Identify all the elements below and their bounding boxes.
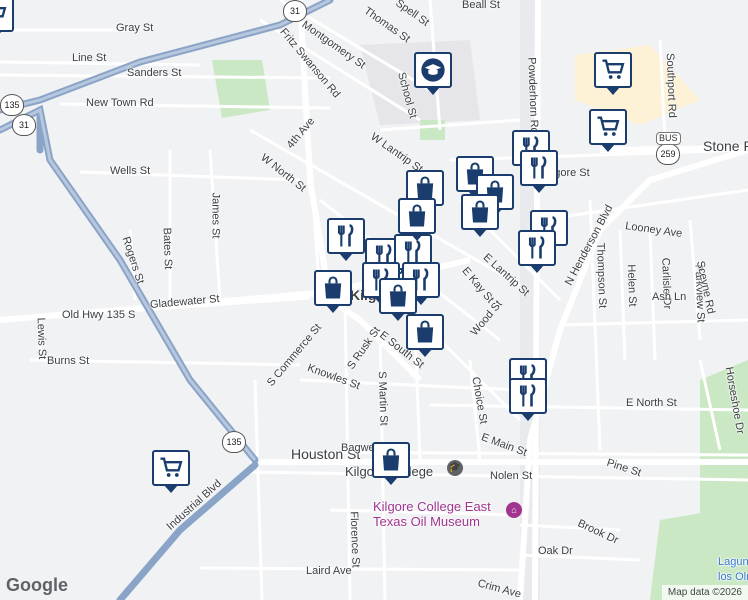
street-label: S Martin St (375, 371, 390, 426)
route-shield: 135 (222, 431, 246, 453)
museum-icon: ⌂ (506, 502, 522, 518)
cart-icon (602, 59, 625, 79)
street-label: Beall St (462, 0, 500, 11)
street-label: Thompson St (594, 242, 609, 309)
cart-icon (160, 457, 183, 477)
street-label: Florence St (347, 511, 362, 568)
street-label: Oak Dr (538, 545, 573, 557)
street-label: Burns St (47, 355, 90, 367)
college-icon: 🎓 (447, 460, 463, 476)
poi-label[interactable]: Texas Oil Museum (373, 515, 480, 528)
street-label: Powderhorn Rd (525, 57, 541, 134)
restaurant-icon (519, 384, 536, 407)
shopping-bag-icon (408, 204, 426, 227)
cart-icon (597, 116, 620, 136)
shopping-bag-icon (416, 320, 434, 343)
restaurant-marker[interactable] (518, 230, 556, 273)
street-label: Wells St (110, 165, 151, 177)
street-label: Southport Rd (663, 52, 679, 119)
shopping-marker[interactable] (406, 314, 444, 357)
restaurant-marker[interactable] (520, 150, 558, 193)
route-shield-banner: BUS (656, 132, 681, 145)
restaurant-icon (337, 224, 354, 247)
restaurant-marker[interactable] (509, 378, 547, 421)
restaurant-icon (530, 156, 547, 179)
shopping-marker[interactable] (461, 194, 499, 237)
street-label: Helen St (624, 264, 639, 307)
route-shield: 31 (12, 114, 36, 136)
street-label: Stone Rd (703, 138, 748, 154)
poi-label[interactable]: Kilgore College East (373, 500, 491, 513)
shopping-bag-icon (471, 200, 489, 223)
restaurant-marker[interactable] (327, 218, 365, 261)
school-icon (421, 58, 445, 82)
park-area (212, 60, 270, 118)
shopping-marker[interactable] (314, 270, 352, 313)
street-label: Nolen St (490, 470, 533, 482)
street-label: James St (209, 192, 222, 239)
street-label: E North St (626, 397, 677, 409)
street-label: Lewis St (34, 317, 49, 360)
street-label: Ash Ln (652, 291, 687, 303)
route-shield: 135 (0, 94, 24, 116)
cart-marker[interactable] (589, 109, 627, 152)
field-area (420, 120, 445, 140)
poi-label: los Olm (718, 571, 748, 583)
school-marker[interactable] (414, 52, 452, 95)
route-shield: 31 (283, 0, 307, 22)
street-label: Old Hwy 135 S (62, 309, 136, 321)
restaurant-icon (528, 236, 545, 259)
cart-icon (0, 7, 7, 18)
map-attribution[interactable]: Map data ©2026 (661, 585, 748, 600)
shopping-marker[interactable] (379, 278, 417, 321)
shopping-marker[interactable] (398, 198, 436, 241)
shopping-marker[interactable] (372, 442, 410, 485)
shopping-bag-icon (382, 448, 400, 471)
street-label: New Town Rd (86, 97, 154, 109)
street-label: Line St (72, 52, 107, 64)
street-label: Laird Ave (306, 565, 352, 577)
cart-marker[interactable] (0, 0, 14, 39)
shopping-bag-icon (324, 276, 342, 299)
street-label: Gray St (116, 22, 154, 34)
cart-marker[interactable] (594, 52, 632, 95)
map-view[interactable]: Spell St Thomas St Gray St Montgomery St… (0, 0, 748, 600)
street-label: Sanders St (127, 67, 182, 79)
cart-marker[interactable] (152, 450, 190, 493)
route-shield: 259 (656, 143, 680, 165)
street-label: Bates St (160, 227, 175, 270)
shopping-bag-icon (389, 284, 407, 307)
poi-label: Laguna (718, 556, 748, 568)
google-logo: Google (6, 575, 68, 595)
